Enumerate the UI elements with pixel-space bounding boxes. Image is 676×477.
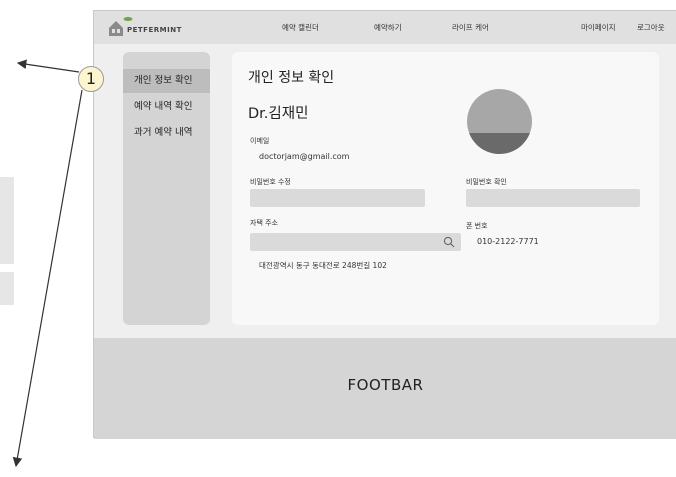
password-confirm-field[interactable] [466,189,640,207]
leaf-icon [123,17,133,21]
sidebar-item-personal-info[interactable]: 개인 정보 확인 [123,69,210,93]
logo-text: PETFERMINT [127,26,182,34]
address-value: 대전광역시 동구 동대전로 248번길 102 [259,261,387,270]
profile-card: 개인 정보 확인 Dr.김재민 이메일 doctorjam@gmail.com … [232,52,659,325]
password-edit-field[interactable] [250,189,425,207]
offscreen-panel-small [0,272,14,305]
nav-link-logout[interactable]: 로그아웃 [637,22,665,33]
address-search-input[interactable] [250,233,461,251]
email-label: 이메일 [250,137,270,145]
annotation-arrow-left [16,59,80,73]
page-title: 개인 정보 확인 [248,70,335,86]
password-confirm-label: 비밀번호 확인 [466,178,507,186]
user-name: Dr.김재민 [248,106,309,122]
offscreen-panel [0,177,14,264]
password-edit-label: 비밀번호 수정 [250,178,291,186]
sidebar-item-reservation-history[interactable]: 예약 내역 확인 [123,95,210,119]
sidebar-item-past-reservations[interactable]: 과거 예약 내역 [123,121,210,145]
sidebar: 개인 정보 확인 예약 내역 확인 과거 예약 내역 [123,52,210,325]
search-icon[interactable] [443,236,455,248]
nav-link-life-care[interactable]: 라이프 케어 [452,22,489,33]
email-value: doctorjam@gmail.com [259,152,350,161]
nav-link-reservation[interactable]: 예약하기 [374,22,402,33]
phone-label: 폰 번호 [466,222,488,230]
footer-text: FOOTBAR [347,376,424,394]
phone-value: 010-2122-7771 [477,237,539,246]
annotation-arrow-down [12,89,83,468]
footer: FOOTBAR [94,338,676,439]
main-area: 개인 정보 확인 예약 내역 확인 과거 예약 내역 개인 정보 확인 Dr.김… [94,44,676,338]
nav-link-calendar[interactable]: 예약 캘린더 [282,22,319,33]
nav-link-mypage[interactable]: 마이페이지 [581,22,616,33]
avatar-shoulders [467,133,532,154]
avatar[interactable] [467,89,532,154]
annotation-marker: 1 [78,66,104,92]
app-frame: PETFERMINT 예약 캘린더 예약하기 라이프 케어 마이페이지 로그아웃… [93,10,676,439]
address-label: 자택 주소 [250,219,278,227]
top-navbar: PETFERMINT 예약 캘린더 예약하기 라이프 케어 마이페이지 로그아웃 [94,11,676,44]
logo[interactable]: PETFERMINT [107,17,182,38]
